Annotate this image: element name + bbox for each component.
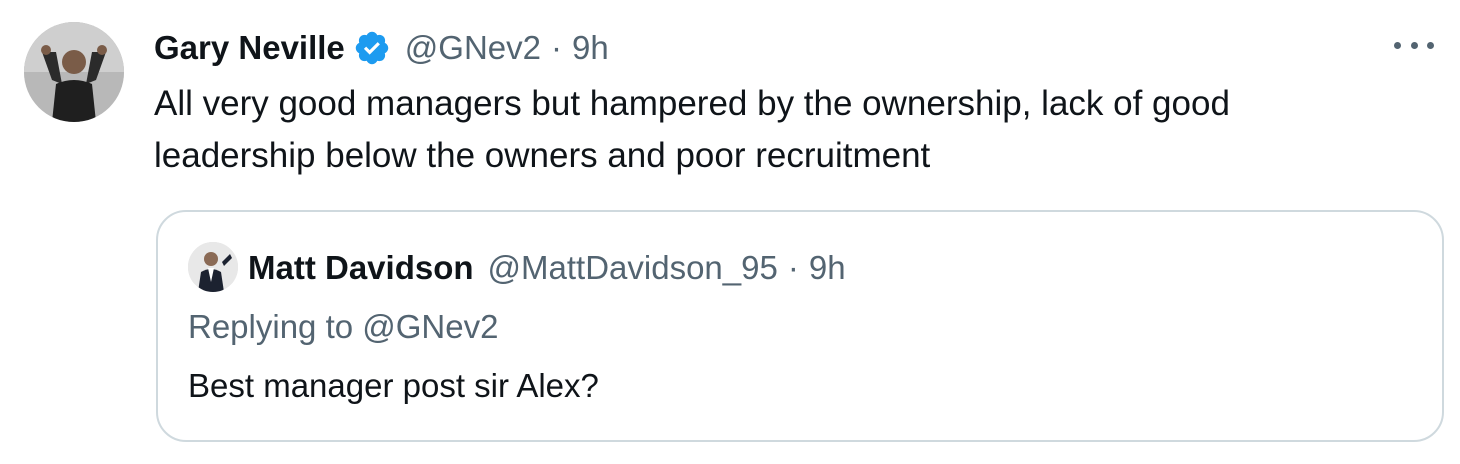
quoted-tweet[interactable]: Matt Davidson @MattDavidson_95 · 9h Repl…	[156, 210, 1444, 442]
avatar-image	[188, 242, 238, 292]
separator-dot: ·	[551, 29, 562, 66]
tweet-timestamp[interactable]: 9h	[572, 29, 609, 67]
quoted-tweet-timestamp[interactable]: 9h	[809, 249, 846, 287]
quoted-author-avatar	[188, 242, 238, 292]
quoted-author-handle[interactable]: @MattDavidson_95	[488, 249, 778, 287]
more-dot	[1427, 41, 1434, 49]
quoted-tweet-text: Best manager post sir Alex?	[188, 367, 599, 404]
more-horizontal-icon[interactable]	[1394, 30, 1434, 60]
tweet[interactable]: Gary Neville @GNev2 · 9h All very good m…	[0, 0, 1460, 464]
verified-badge-icon	[353, 29, 391, 67]
author-avatar[interactable]	[24, 22, 124, 122]
tweet-text: All very good managers but hampered by t…	[154, 84, 1230, 175]
quoted-tweet-header: Matt Davidson @MattDavidson_95 · 9h	[248, 246, 846, 290]
author-name[interactable]: Gary Neville	[154, 29, 345, 67]
more-dot	[1394, 41, 1401, 49]
separator-dot: ·	[787, 249, 799, 286]
replying-to-label[interactable]: Replying to @GNev2	[188, 308, 498, 346]
more-dot	[1410, 41, 1418, 49]
avatar-image	[24, 22, 124, 122]
author-handle[interactable]: @GNev2	[405, 29, 541, 67]
quoted-author-name[interactable]: Matt Davidson	[248, 249, 474, 287]
tweet-header: Gary Neville @GNev2 · 9h	[154, 26, 609, 70]
